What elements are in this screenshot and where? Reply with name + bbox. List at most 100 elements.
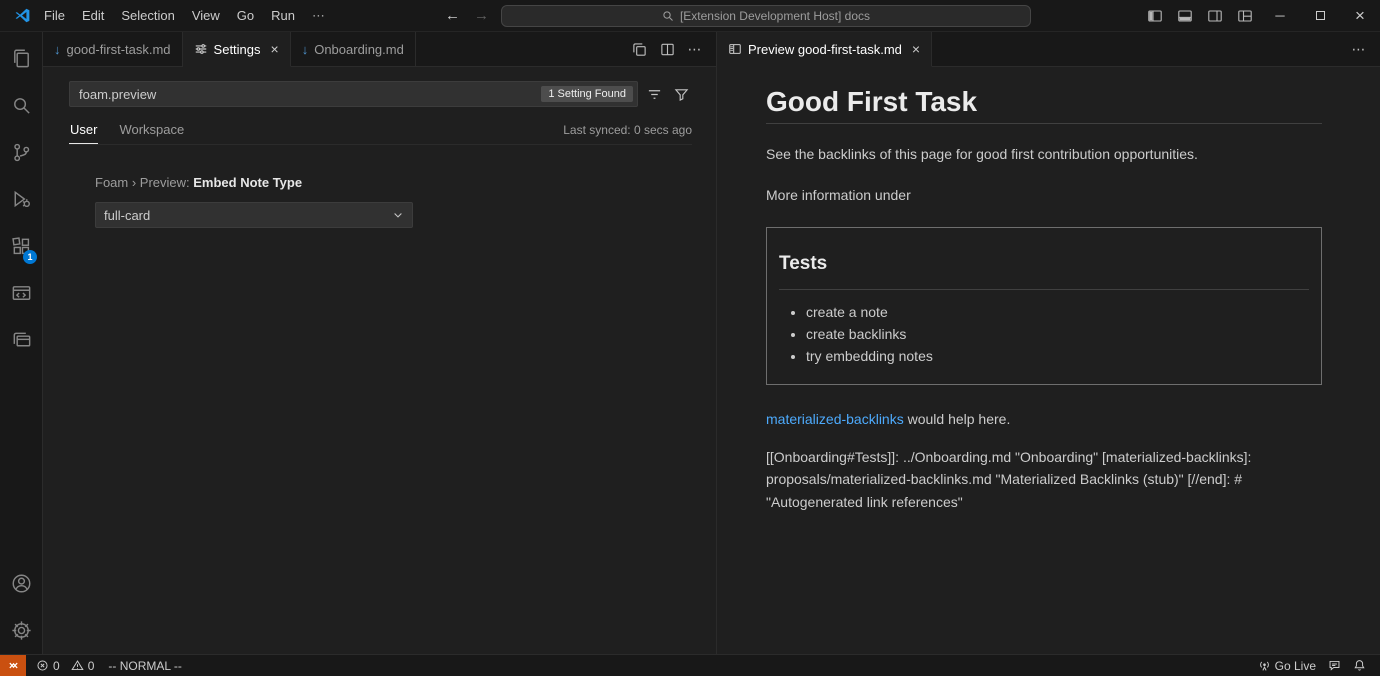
maximize-icon: [1316, 11, 1325, 20]
extensions-badge: 1: [23, 250, 37, 264]
vscode-window: File Edit Selection View Go Run ⋯ ← → [E…: [0, 0, 1380, 676]
settings-search-value: foam.preview: [79, 87, 541, 102]
minimize-button[interactable]: ─: [1260, 0, 1300, 31]
link-tail-text: would help here.: [904, 411, 1011, 427]
preview-file-icon: [728, 42, 742, 56]
scope-tab-user[interactable]: User: [69, 115, 98, 144]
settings-search-row: foam.preview 1 Setting Found: [69, 81, 692, 107]
clear-filters-icon[interactable]: [643, 83, 665, 105]
status-bar-right: Go Live: [1252, 655, 1380, 676]
error-count: 0: [50, 659, 60, 673]
more-actions-icon[interactable]: ⋯: [682, 36, 708, 62]
note-embed-card: Tests create a note create backlinks try…: [766, 227, 1322, 385]
customize-layout-icon[interactable]: [1230, 0, 1260, 31]
close-tab-icon[interactable]: ×: [271, 41, 279, 57]
tab-bar-actions: ⋯: [416, 32, 716, 67]
toggle-panel-icon[interactable]: [1170, 0, 1200, 31]
settings-editor: foam.preview 1 Setting Found User Worksp…: [43, 67, 716, 654]
scope-tab-workspace[interactable]: Workspace: [118, 115, 185, 144]
problems-indicator[interactable]: 0 0: [26, 655, 100, 676]
search-icon: [662, 10, 674, 22]
extensions-icon[interactable]: 1: [0, 223, 42, 270]
accounts-icon[interactable]: [0, 560, 42, 607]
go-back-icon[interactable]: ←: [443, 7, 462, 24]
tab-onboarding[interactable]: ↓ Onboarding.md: [291, 32, 416, 67]
setting-item-embed-note-type: Foam › Preview: Embed Note Type full-car…: [95, 175, 692, 228]
manage-gear-icon[interactable]: [0, 607, 42, 654]
settings-search-input[interactable]: foam.preview 1 Setting Found: [69, 81, 638, 107]
list-item: create backlinks: [806, 324, 1309, 345]
menu-go[interactable]: Go: [229, 4, 262, 27]
right-tab-bar: Preview good-first-task.md × ⋯: [717, 32, 1380, 67]
setting-title: Foam › Preview: Embed Note Type: [95, 175, 692, 190]
settings-sliders-icon: [194, 42, 208, 56]
broadcast-icon: [1258, 659, 1271, 672]
preview-paragraph: See the backlinks of this page for good …: [766, 144, 1322, 165]
tab-label: good-first-task.md: [67, 42, 171, 57]
remote-indicator[interactable]: [0, 655, 26, 676]
setting-category: Foam › Preview:: [95, 175, 193, 190]
split-editor-right-icon[interactable]: [654, 36, 680, 62]
editor-group-left: ↓ good-first-task.md Settings × ↓ Onboar…: [43, 32, 717, 654]
menu-edit[interactable]: Edit: [74, 4, 112, 27]
tab-good-first-task[interactable]: ↓ good-first-task.md: [43, 32, 183, 67]
embed-note-type-dropdown[interactable]: full-card: [95, 202, 413, 228]
go-live-button[interactable]: Go Live: [1252, 655, 1322, 676]
settings-found-badge: 1 Setting Found: [541, 86, 633, 102]
link-paragraph: materialized-backlinks would help here.: [766, 409, 1322, 430]
go-live-label: Go Live: [1275, 659, 1316, 673]
warning-icon: [71, 659, 84, 672]
close-window-button[interactable]: ×: [1340, 0, 1380, 31]
command-center-text: [Extension Development Host] docs: [680, 9, 870, 23]
tab-label: Preview good-first-task.md: [748, 42, 902, 57]
menu-view[interactable]: View: [184, 4, 228, 27]
dropdown-value: full-card: [104, 208, 150, 223]
tab-preview[interactable]: Preview good-first-task.md ×: [717, 32, 932, 67]
vim-mode-indicator[interactable]: -- NORMAL --: [100, 659, 190, 673]
source-control-icon[interactable]: [0, 129, 42, 176]
search-sidebar-icon[interactable]: [0, 82, 42, 129]
materialized-backlinks-link[interactable]: materialized-backlinks: [766, 411, 904, 427]
tab-label: Settings: [214, 42, 261, 57]
tab-settings[interactable]: Settings ×: [183, 32, 291, 67]
markdown-preview: Good First Task See the backlinks of thi…: [717, 67, 1380, 654]
explorer-icon[interactable]: [0, 35, 42, 82]
run-debug-icon[interactable]: [0, 176, 42, 223]
close-tab-icon[interactable]: ×: [912, 41, 920, 57]
toggle-primary-sidebar-icon[interactable]: [1140, 0, 1170, 31]
workbench: 1 ↓ good-first-task: [0, 32, 1380, 654]
menu-bar: File Edit Selection View Go Run ⋯: [0, 4, 334, 28]
errors-group: 0: [32, 659, 60, 673]
tab-bar-actions: ⋯: [932, 32, 1380, 67]
menu-more-icon[interactable]: ⋯: [304, 4, 334, 28]
settings-scope-row: User Workspace Last synced: 0 secs ago: [69, 115, 692, 145]
list-item: try embedding notes: [806, 346, 1309, 367]
preview-heading: Good First Task: [766, 85, 1322, 124]
menu-run[interactable]: Run: [263, 4, 303, 27]
go-forward-icon[interactable]: →: [472, 7, 491, 24]
list-item: create a note: [806, 302, 1309, 323]
split-editor-icon[interactable]: [626, 36, 652, 62]
warning-count: 0: [85, 659, 95, 673]
live-preview-icon[interactable]: [0, 270, 42, 317]
window-controls: ─ ×: [1140, 0, 1380, 31]
windows-stack-icon[interactable]: [0, 317, 42, 364]
menu-selection[interactable]: Selection: [113, 4, 182, 27]
markdown-file-icon: ↓: [54, 42, 61, 57]
editor-area: ↓ good-first-task.md Settings × ↓ Onboar…: [43, 32, 1380, 654]
filter-funnel-icon[interactable]: [670, 83, 692, 105]
maximize-button[interactable]: [1300, 0, 1340, 31]
markdown-file-icon: ↓: [302, 42, 309, 57]
feedback-icon[interactable]: [1322, 655, 1347, 676]
command-center-search[interactable]: [Extension Development Host] docs: [501, 5, 1031, 27]
setting-name: Embed Note Type: [193, 175, 302, 190]
menu-file[interactable]: File: [36, 4, 73, 27]
chevron-down-icon: [392, 209, 404, 221]
toggle-secondary-sidebar-icon[interactable]: [1200, 0, 1230, 31]
activity-bar: 1: [0, 32, 43, 654]
link-references-paragraph: [[Onboarding#Tests]]: ../Onboarding.md "…: [766, 446, 1322, 514]
more-actions-icon[interactable]: ⋯: [1346, 36, 1372, 62]
notifications-bell-icon[interactable]: [1347, 655, 1372, 676]
last-synced-label: Last synced: 0 secs ago: [563, 123, 692, 144]
title-bar: File Edit Selection View Go Run ⋯ ← → [E…: [0, 0, 1380, 32]
